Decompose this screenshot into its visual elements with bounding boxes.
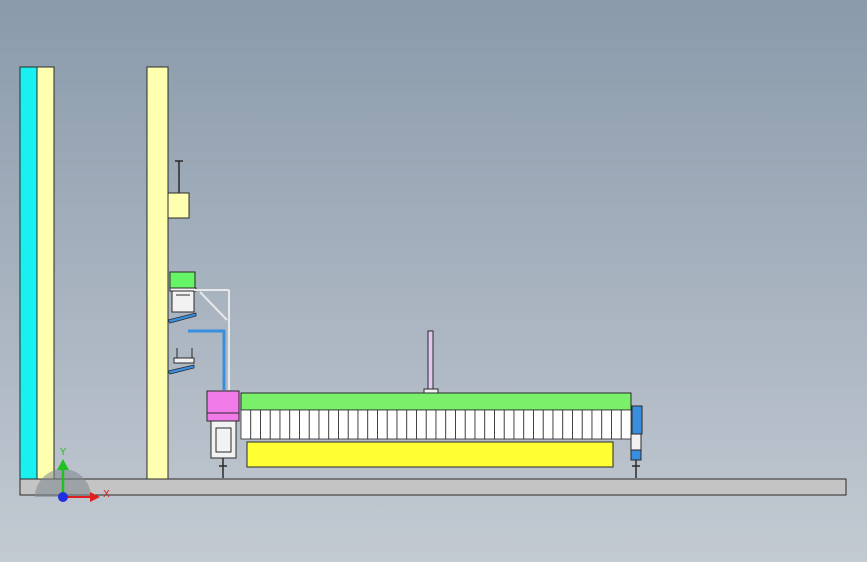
pink-drive-unit[interactable] <box>206 390 240 422</box>
middle-yellow-column[interactable] <box>146 66 169 480</box>
roller[interactable] <box>328 409 339 440</box>
roller[interactable] <box>357 409 369 440</box>
roller[interactable] <box>299 409 310 440</box>
roller[interactable] <box>367 409 378 440</box>
roller[interactable] <box>435 409 447 440</box>
roller[interactable] <box>562 409 573 440</box>
roller[interactable] <box>347 409 359 440</box>
roller[interactable] <box>552 409 564 440</box>
roller[interactable] <box>240 409 252 440</box>
roller[interactable] <box>406 409 417 440</box>
roller[interactable] <box>416 409 427 440</box>
roller[interactable] <box>260 409 271 440</box>
hanging-bracket[interactable] <box>167 160 190 219</box>
right-end-cap[interactable] <box>630 405 643 478</box>
roller[interactable] <box>269 409 281 440</box>
roller[interactable] <box>601 409 612 440</box>
assembly-side-view[interactable]: X Y <box>0 0 867 562</box>
roller[interactable] <box>503 409 515 440</box>
roller[interactable] <box>494 409 505 440</box>
floor-plate[interactable] <box>19 478 847 496</box>
roller[interactable] <box>620 409 632 440</box>
roller[interactable] <box>396 409 408 440</box>
roller[interactable] <box>289 409 300 440</box>
roller[interactable] <box>611 409 622 440</box>
roller[interactable] <box>513 409 525 440</box>
y-axis-label: Y <box>59 447 67 458</box>
roller[interactable] <box>377 409 388 440</box>
lower-gripper-bracket[interactable] <box>167 348 195 375</box>
sensor-mast[interactable] <box>423 330 439 394</box>
roller[interactable] <box>250 409 261 440</box>
roller[interactable] <box>464 409 476 440</box>
roller[interactable] <box>425 409 437 440</box>
roller[interactable] <box>455 409 466 440</box>
roller[interactable] <box>445 409 456 440</box>
z-axis-dot <box>58 492 68 502</box>
cad-graphics-viewport[interactable]: X Y <box>0 0 867 562</box>
roller[interactable] <box>542 409 554 440</box>
roller[interactable] <box>386 409 398 440</box>
roller[interactable] <box>591 409 603 440</box>
roller[interactable] <box>533 409 544 440</box>
roller[interactable] <box>523 409 534 440</box>
yellow-base-tray[interactable] <box>246 441 614 468</box>
roller[interactable] <box>581 409 593 440</box>
roller[interactable] <box>308 409 320 440</box>
roller[interactable] <box>318 409 330 440</box>
roller-row[interactable] <box>240 409 632 440</box>
left-yellow-column[interactable] <box>36 66 55 480</box>
y-axis-arrowhead <box>57 459 69 470</box>
motor-housing[interactable] <box>210 420 237 478</box>
conveyor-belt[interactable] <box>240 392 632 411</box>
cyan-wall-panel[interactable] <box>19 66 38 480</box>
roller[interactable] <box>572 409 583 440</box>
roller[interactable] <box>279 409 291 440</box>
roller[interactable] <box>474 409 486 440</box>
green-sensor-block[interactable] <box>169 271 196 289</box>
roller[interactable] <box>338 409 349 440</box>
roller[interactable] <box>484 409 495 440</box>
upper-gripper-bracket[interactable] <box>167 287 197 324</box>
x-axis-label: X <box>103 489 110 500</box>
